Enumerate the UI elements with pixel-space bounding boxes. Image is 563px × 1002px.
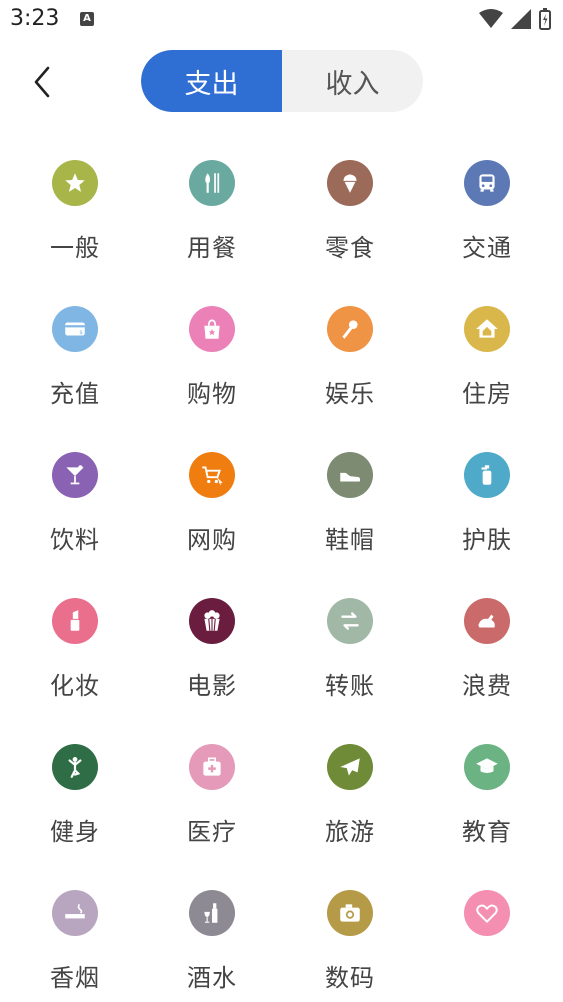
- category-label: 网购: [187, 526, 237, 554]
- category-item[interactable]: 教育: [427, 720, 547, 846]
- category-item[interactable]: 旅游: [290, 720, 410, 846]
- category-item[interactable]: [427, 866, 547, 986]
- category-label: 护肤: [462, 526, 512, 554]
- category-item[interactable]: 用餐: [152, 136, 272, 262]
- house-icon: [464, 306, 510, 352]
- category-label: 住房: [462, 380, 512, 408]
- category-item[interactable]: 饮料: [15, 428, 135, 554]
- bottle-icon: [464, 452, 510, 498]
- star-icon: [52, 160, 98, 206]
- category-item[interactable]: 一般: [15, 136, 135, 262]
- category-label: 化妆: [50, 672, 100, 700]
- category-label: 教育: [462, 818, 512, 846]
- airplane-icon: [327, 744, 373, 790]
- graduation-cap-icon: [464, 744, 510, 790]
- category-label: 娱乐: [325, 380, 375, 408]
- category-item[interactable]: 健身: [15, 720, 135, 846]
- category-item[interactable]: 交通: [427, 136, 547, 262]
- category-label: 交通: [462, 234, 512, 262]
- category-item[interactable]: $ 充值: [15, 282, 135, 408]
- category-label: 酒水: [187, 964, 237, 992]
- category-item[interactable]: 香烟: [15, 866, 135, 992]
- bus-icon: [464, 160, 510, 206]
- yoga-icon: [52, 744, 98, 790]
- wine-icon: [189, 890, 235, 936]
- category-item[interactable]: 转账: [290, 574, 410, 700]
- heart-icon: [464, 890, 510, 936]
- category-label: 浪费: [462, 672, 512, 700]
- category-label: 用餐: [187, 234, 237, 262]
- category-item[interactable]: 电影: [152, 574, 272, 700]
- tab-expense[interactable]: 支出: [141, 50, 282, 112]
- cocktail-icon: [52, 452, 98, 498]
- lipstick-icon: [52, 598, 98, 644]
- category-item[interactable]: 数码: [290, 866, 410, 992]
- status-time: 3:23: [10, 6, 60, 31]
- category-item[interactable]: 护肤: [427, 428, 547, 554]
- tab-income[interactable]: 收入: [282, 50, 423, 112]
- category-item[interactable]: 医疗: [152, 720, 272, 846]
- category-label: 饮料: [50, 526, 100, 554]
- category-item[interactable]: 浪费: [427, 574, 547, 700]
- category-item[interactable]: 网购: [152, 428, 272, 554]
- back-button[interactable]: [22, 60, 62, 104]
- medical-kit-icon: [189, 744, 235, 790]
- category-label: 转账: [325, 672, 375, 700]
- category-item[interactable]: 娱乐: [290, 282, 410, 408]
- category-item[interactable]: 住房: [427, 282, 547, 408]
- notification-a-icon: A: [80, 12, 94, 26]
- popcorn-icon: [189, 598, 235, 644]
- cigarette-icon: [52, 890, 98, 936]
- status-icons: [479, 8, 551, 30]
- camera-icon: [327, 890, 373, 936]
- category-label: 电影: [187, 672, 237, 700]
- category-label: 香烟: [50, 964, 100, 992]
- wifi-icon: [479, 9, 503, 28]
- category-item[interactable]: 零食: [290, 136, 410, 262]
- microphone-icon: [327, 306, 373, 352]
- status-bar: 3:23 A: [0, 0, 563, 40]
- signal-icon: [511, 9, 531, 29]
- card-icon: $: [52, 306, 98, 352]
- category-label: 数码: [325, 964, 375, 992]
- shoe-icon: [327, 452, 373, 498]
- ice-cream-icon: [327, 160, 373, 206]
- category-label: 零食: [325, 234, 375, 262]
- svg-text:$: $: [79, 330, 82, 336]
- category-label: 医疗: [187, 818, 237, 846]
- transfer-icon: [327, 598, 373, 644]
- category-label: 购物: [187, 380, 237, 408]
- category-item[interactable]: 化妆: [15, 574, 135, 700]
- category-label: 一般: [50, 234, 100, 262]
- type-tab-switch: 支出 收入: [141, 50, 423, 112]
- battery-icon: [539, 8, 551, 30]
- category-label: 健身: [50, 818, 100, 846]
- cart-icon: [189, 452, 235, 498]
- category-label: 鞋帽: [325, 526, 375, 554]
- chevron-left-icon: [34, 66, 50, 98]
- category-label: 充值: [50, 380, 100, 408]
- category-item[interactable]: 酒水: [152, 866, 272, 992]
- category-item[interactable]: 鞋帽: [290, 428, 410, 554]
- category-item[interactable]: 购物: [152, 282, 272, 408]
- utensils-icon: [189, 160, 235, 206]
- shopping-bag-icon: [189, 306, 235, 352]
- category-label: 旅游: [325, 818, 375, 846]
- chicken-icon: [464, 598, 510, 644]
